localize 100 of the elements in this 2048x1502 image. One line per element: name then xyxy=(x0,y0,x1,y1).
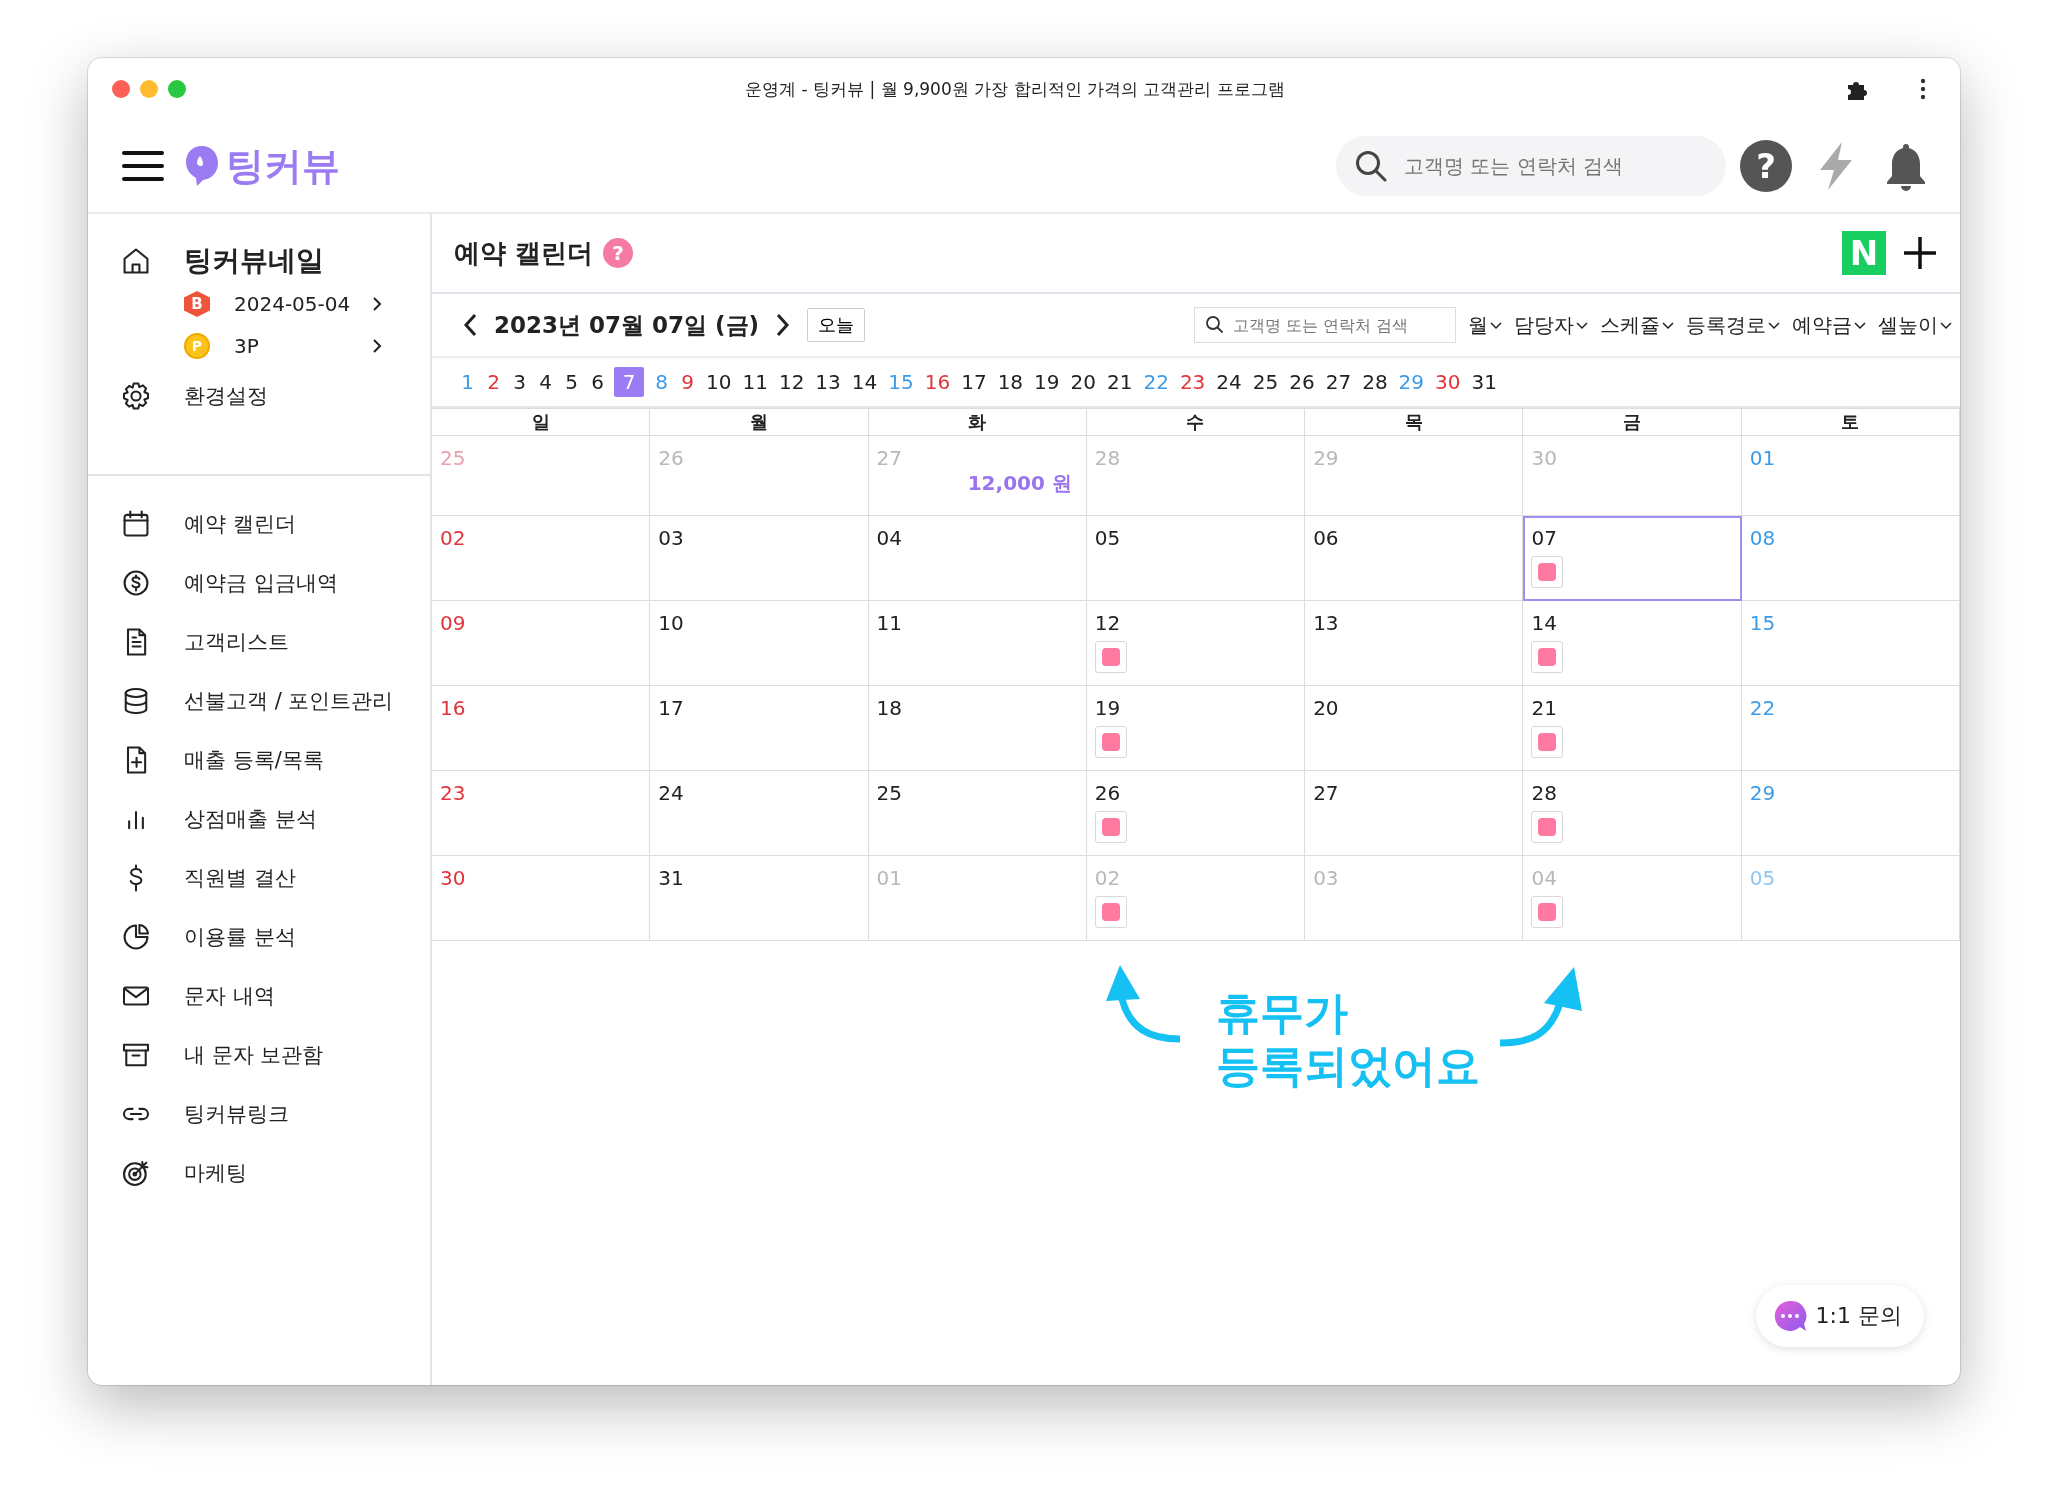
sidebar-item[interactable]: 직원별 결산 xyxy=(184,864,296,892)
calendar-cell[interactable]: 12 xyxy=(1086,601,1306,686)
day-link[interactable]: 27 xyxy=(1319,367,1357,397)
calendar-cell[interactable]: 06 xyxy=(1305,516,1524,601)
sidebar-item[interactable]: 문자 내역 xyxy=(184,982,275,1010)
sidebar-item[interactable]: 상점매출 분석 xyxy=(184,805,317,833)
calendar-cell[interactable]: 16 xyxy=(432,686,651,771)
settings-link[interactable]: 환경설정 xyxy=(184,382,268,410)
day-link[interactable]: 17 xyxy=(955,367,992,397)
calendar-cell[interactable]: 31 xyxy=(650,856,869,941)
caret-icon[interactable] xyxy=(1940,320,1952,330)
search-field[interactable]: 고객명 또는 연락처 검색 xyxy=(1402,153,1708,179)
caret-icon[interactable] xyxy=(1490,320,1502,330)
caret-icon[interactable] xyxy=(1768,320,1780,330)
chevron-icon[interactable] xyxy=(370,337,384,355)
sidebar-item[interactable]: 이용률 분석 xyxy=(184,923,296,951)
filter-dropdown[interactable]: 예약금 xyxy=(1792,311,1866,339)
day-link[interactable]: 11 xyxy=(736,367,773,397)
filter-dropdown[interactable]: 스케쥴 xyxy=(1600,311,1674,339)
caret-icon[interactable] xyxy=(1662,320,1674,330)
day-link[interactable]: 2 xyxy=(480,367,506,397)
calendar-cell[interactable]: 25 xyxy=(868,771,1087,856)
calendar-cell[interactable]: 20 xyxy=(1305,686,1524,771)
day-link[interactable]: 23 xyxy=(1173,367,1211,397)
calendar-cell[interactable]: 03 xyxy=(650,516,869,601)
search-bar[interactable]: 고객명 또는 연락처 검색 xyxy=(1336,136,1726,196)
calendar-cell[interactable]: 09 xyxy=(432,601,651,686)
inquiry-button[interactable]: 1:1 문의 xyxy=(1755,1285,1924,1347)
holiday-marker[interactable] xyxy=(1531,641,1564,673)
day-link[interactable]: 21 xyxy=(1101,367,1138,397)
day-link[interactable]: 4 xyxy=(532,367,558,397)
help-button[interactable]: ? xyxy=(1740,140,1792,192)
day-link[interactable]: 25 xyxy=(1246,367,1284,397)
sidebar-item[interactable]: 선불고객 / 포인트관리 xyxy=(184,687,394,715)
holiday-marker[interactable] xyxy=(1094,726,1127,758)
day-link[interactable]: 24 xyxy=(1210,367,1247,397)
holiday-marker[interactable] xyxy=(1094,811,1127,843)
filter-dropdown[interactable]: 월 xyxy=(1468,311,1502,339)
day-link[interactable]: 5 xyxy=(558,367,584,397)
today-button[interactable]: 오늘 xyxy=(807,308,866,342)
menu-icon[interactable] xyxy=(122,149,164,183)
day-link[interactable]: 3 xyxy=(506,367,532,397)
search-icon[interactable] xyxy=(1205,315,1225,335)
calendar-cell[interactable]: 30 xyxy=(432,856,651,941)
calendar-cell[interactable]: 27 xyxy=(1305,771,1524,856)
search-icon[interactable] xyxy=(1354,149,1388,183)
day-link[interactable]: 19 xyxy=(1028,367,1065,397)
calendar-cell[interactable]: 24 xyxy=(650,771,869,856)
day-link[interactable]: 16 xyxy=(918,367,956,397)
holiday-marker[interactable] xyxy=(1531,811,1564,843)
day-link[interactable]: 28 xyxy=(1356,367,1393,397)
chevron-icon[interactable] xyxy=(370,295,384,313)
holiday-marker[interactable] xyxy=(1531,726,1564,758)
filter-dropdown[interactable]: 등록경로 xyxy=(1686,311,1780,339)
day-link[interactable]: 18 xyxy=(991,367,1029,397)
calendar-cell[interactable]: 23 xyxy=(432,771,651,856)
sidebar-item[interactable]: 팅커뷰링크 xyxy=(184,1100,289,1128)
filter-dropdown[interactable]: 셀높이 xyxy=(1878,311,1952,339)
day-link[interactable]: 13 xyxy=(809,367,846,397)
day-link[interactable]: 10 xyxy=(700,367,737,397)
calendar-cell[interactable]: 18 xyxy=(868,686,1087,771)
day-link[interactable]: 6 xyxy=(584,367,610,397)
calendar-cell[interactable]: 10 xyxy=(650,601,869,686)
page-title: 예약 캘린더 xyxy=(454,236,594,270)
calendar-cell[interactable]: 26 xyxy=(1086,771,1306,856)
sidebar-item[interactable]: 내 문자 보관함 xyxy=(184,1041,324,1069)
calendar-cell[interactable]: 21 xyxy=(1523,686,1742,771)
sidebar-item[interactable]: 매출 등록/목록 xyxy=(184,746,324,774)
calendar-cell[interactable]: 28 xyxy=(1523,771,1742,856)
sidebar-item[interactable]: 예약 캘린더 xyxy=(184,510,296,538)
sidebar-item[interactable]: 고객리스트 xyxy=(184,628,289,656)
calendar-cell[interactable]: 11 xyxy=(868,601,1087,686)
holiday-marker[interactable] xyxy=(1531,556,1564,588)
caret-icon[interactable] xyxy=(1576,320,1588,330)
caret-icon[interactable] xyxy=(1854,320,1866,330)
day-link[interactable]: 12 xyxy=(772,367,810,397)
search-bar[interactable]: 고객명 또는 연락처 검색 xyxy=(1194,307,1456,343)
calendar-cell[interactable]: 04 xyxy=(868,516,1087,601)
calendar-cell[interactable]: 13 xyxy=(1305,601,1524,686)
holiday-marker[interactable] xyxy=(1094,896,1127,928)
calendar-cell[interactable]: 19 xyxy=(1086,686,1306,771)
close-button[interactable] xyxy=(112,80,130,98)
holiday-marker[interactable] xyxy=(1094,641,1127,673)
calendar-cell[interactable]: 14 xyxy=(1523,601,1742,686)
calendar-cell[interactable]: 17 xyxy=(650,686,869,771)
sidebar-item[interactable]: 예약금 입금내역 xyxy=(184,569,338,597)
calendar-cell[interactable]: 02 xyxy=(432,516,651,601)
settings-icon[interactable] xyxy=(120,380,152,412)
filter-dropdown[interactable]: 담당자 xyxy=(1514,311,1588,339)
holiday-marker[interactable] xyxy=(1531,896,1564,928)
day-link[interactable]: 31 xyxy=(1465,367,1502,397)
day-link[interactable]: 26 xyxy=(1283,367,1320,397)
calendar-cell[interactable]: 07 xyxy=(1523,516,1742,601)
calendar-cell[interactable]: 05 xyxy=(1086,516,1306,601)
sidebar-item[interactable]: 마케팅 xyxy=(184,1159,247,1187)
day-link[interactable]: 30 xyxy=(1429,367,1466,397)
day-link[interactable]: 9 xyxy=(674,367,700,397)
search-field[interactable]: 고객명 또는 연락처 검색 xyxy=(1231,314,1445,336)
day-link[interactable]: 20 xyxy=(1064,367,1101,397)
day-link[interactable]: 14 xyxy=(845,367,883,397)
